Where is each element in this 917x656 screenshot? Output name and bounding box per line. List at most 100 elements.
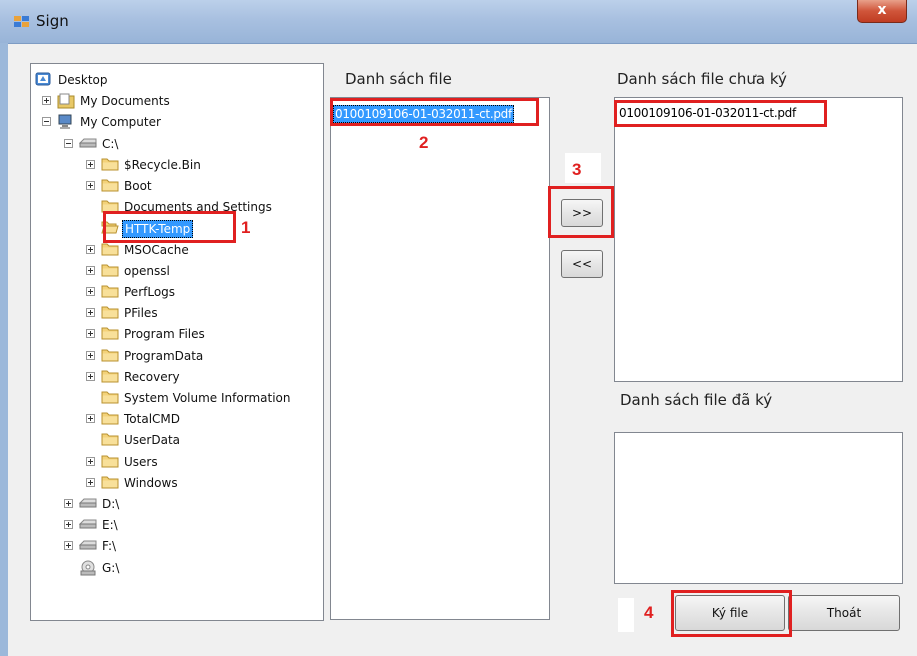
drive-icon bbox=[78, 136, 97, 153]
folder-icon bbox=[101, 475, 119, 492]
tree-node-label: MSOCache bbox=[124, 242, 189, 257]
window-title: Sign bbox=[36, 12, 69, 30]
annotation-box-unsigned bbox=[614, 100, 827, 127]
folder-icon bbox=[101, 369, 119, 386]
tree-node-g[interactable]: G:\ bbox=[31, 559, 321, 578]
expand-icon[interactable] bbox=[86, 287, 95, 296]
annotation-box-3 bbox=[548, 186, 614, 238]
tree-node-d[interactable]: D:\ bbox=[31, 495, 321, 514]
collapse-icon[interactable] bbox=[64, 138, 73, 148]
tree-node-mydocs[interactable]: My Documents bbox=[31, 92, 321, 111]
folder-tree[interactable]: Desktop My Documents My Computer C:\ $Recycl… bbox=[30, 63, 324, 621]
step3-label-bg bbox=[565, 153, 601, 183]
file-list[interactable]: 0100109106-01-032011-ct.pdf bbox=[330, 97, 550, 620]
tree-node-label: PFiles bbox=[124, 306, 158, 321]
expand-icon[interactable] bbox=[86, 181, 95, 190]
tree-node-c[interactable]: C:\ bbox=[31, 135, 321, 154]
tree-node-boot[interactable]: Boot bbox=[31, 177, 321, 196]
tree-node-svi[interactable]: System Volume Information bbox=[31, 389, 321, 408]
expand-icon[interactable] bbox=[64, 541, 73, 551]
tree-node-e[interactable]: E:\ bbox=[31, 516, 321, 535]
folder-icon bbox=[101, 348, 119, 365]
tree-node-label: Program Files bbox=[124, 327, 205, 342]
tree-node-label: My Computer bbox=[80, 115, 161, 130]
tree-node-pfiles[interactable]: PFiles bbox=[31, 304, 321, 323]
tree-node-progdata[interactable]: ProgramData bbox=[31, 347, 321, 366]
app-icon bbox=[14, 16, 29, 27]
folder-icon bbox=[101, 305, 119, 322]
tree-node-recycle[interactable]: $Recycle.Bin bbox=[31, 156, 321, 175]
tree-node-label: System Volume Information bbox=[124, 391, 291, 405]
annotation-box-1 bbox=[103, 211, 236, 243]
tree-node-label: My Documents bbox=[80, 94, 170, 109]
tree-node-label: PerfLogs bbox=[124, 285, 176, 299]
expand-icon[interactable] bbox=[86, 414, 95, 424]
expand-icon[interactable] bbox=[86, 329, 95, 339]
folder-icon bbox=[101, 326, 119, 343]
tree-node-label: ProgramData bbox=[124, 348, 204, 363]
tree-node-openssl[interactable]: openssl bbox=[31, 262, 321, 281]
tree-node-label: E:\ bbox=[102, 518, 118, 533]
unsigned-file-list[interactable]: 0100109106-01-032011-ct.pdf bbox=[614, 97, 903, 382]
tree-node-label: Users bbox=[124, 454, 158, 469]
expand-icon[interactable] bbox=[86, 371, 95, 381]
expand-icon[interactable] bbox=[86, 308, 95, 318]
tree-node-label: C:\ bbox=[102, 136, 119, 151]
expand-icon[interactable] bbox=[86, 265, 95, 275]
close-button[interactable]: x bbox=[857, 0, 907, 23]
tree-node-label: Boot bbox=[124, 179, 152, 193]
annotation-number-4: 4 bbox=[644, 603, 654, 622]
annotation-number-2: 2 bbox=[419, 133, 429, 152]
drive-icon bbox=[78, 496, 97, 513]
tree-node-mycomputer[interactable]: My Computer bbox=[31, 113, 321, 132]
tree-node-userdata[interactable]: UserData bbox=[31, 431, 321, 450]
folder-icon bbox=[101, 178, 119, 195]
sign-window: Sign x Desktop My Documents My Computer C:\… bbox=[0, 0, 917, 656]
step4-label-bg bbox=[618, 598, 634, 632]
file-list-label: Danh sách file bbox=[345, 70, 452, 88]
tree-node-msocache[interactable]: MSOCache bbox=[31, 241, 321, 260]
window-frame-strip bbox=[0, 43, 8, 656]
expand-icon[interactable] bbox=[42, 96, 51, 106]
folder-icon bbox=[101, 454, 119, 471]
signed-list-label: Danh sách file đã ký bbox=[620, 391, 773, 409]
annotation-number-3: 3 bbox=[572, 160, 582, 179]
title-bar[interactable]: Sign x bbox=[0, 0, 917, 44]
tree-node-label: $Recycle.Bin bbox=[124, 157, 201, 172]
tree-node-label: Desktop bbox=[58, 73, 108, 87]
drive-icon bbox=[78, 538, 97, 555]
expand-icon[interactable] bbox=[86, 456, 95, 466]
tree-node-windows[interactable]: Windows bbox=[31, 474, 321, 493]
computer-icon bbox=[57, 114, 75, 133]
expand-icon[interactable] bbox=[86, 244, 95, 254]
collapse-icon[interactable] bbox=[42, 117, 51, 127]
tree-node-perflogs[interactable]: PerfLogs bbox=[31, 283, 321, 302]
close-icon: x bbox=[877, 2, 887, 18]
folder-icon bbox=[101, 263, 119, 280]
tree-node-totalcmd[interactable]: TotalCMD bbox=[31, 410, 321, 429]
annotation-box-2 bbox=[330, 98, 539, 126]
expand-icon[interactable] bbox=[64, 520, 73, 530]
annotation-box-4 bbox=[671, 590, 792, 637]
tree-node-desktop[interactable]: Desktop bbox=[31, 71, 321, 90]
tree-node-users[interactable]: Users bbox=[31, 453, 321, 472]
expand-icon[interactable] bbox=[86, 159, 95, 169]
signed-file-list[interactable] bbox=[614, 432, 903, 584]
folder-icon bbox=[101, 432, 119, 449]
desktop-icon bbox=[35, 72, 51, 91]
cd-drive-icon bbox=[79, 560, 97, 579]
folder-icon bbox=[101, 157, 119, 174]
tree-node-label: TotalCMD bbox=[124, 412, 180, 427]
exit-button[interactable]: Thoát bbox=[788, 595, 900, 631]
drive-icon bbox=[78, 517, 97, 534]
tree-node-progfiles[interactable]: Program Files bbox=[31, 325, 321, 344]
tree-node-recovery[interactable]: Recovery bbox=[31, 368, 321, 387]
expand-icon[interactable] bbox=[86, 477, 95, 487]
tree-node-f[interactable]: F:\ bbox=[31, 537, 321, 556]
tree-node-label: UserData bbox=[124, 433, 181, 448]
folder-icon bbox=[101, 242, 119, 259]
expand-icon[interactable] bbox=[64, 499, 73, 508]
expand-icon[interactable] bbox=[86, 350, 95, 360]
move-left-button[interactable]: << bbox=[561, 250, 603, 278]
annotation-number-1: 1 bbox=[241, 218, 251, 237]
